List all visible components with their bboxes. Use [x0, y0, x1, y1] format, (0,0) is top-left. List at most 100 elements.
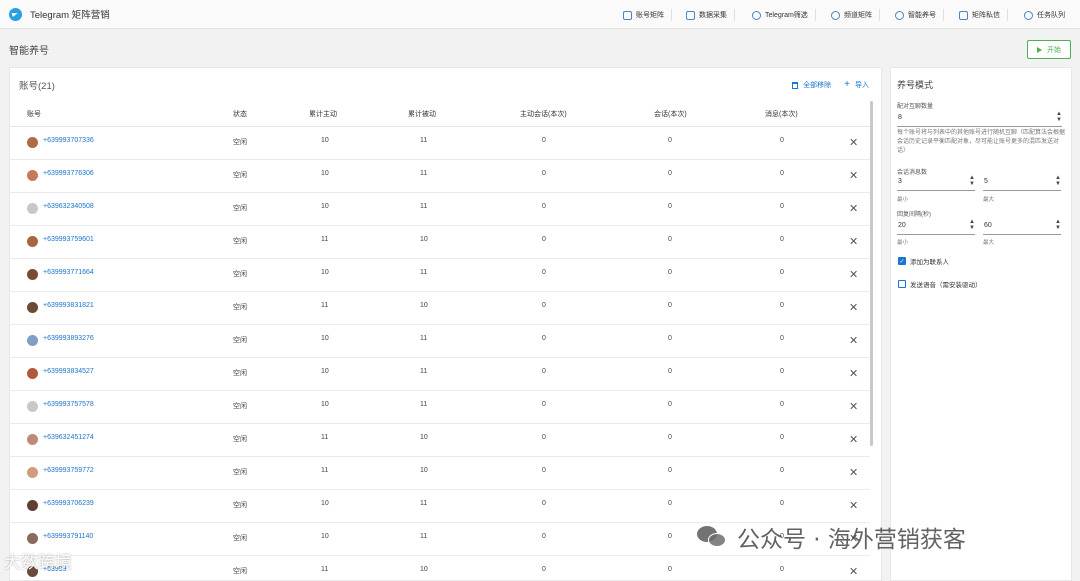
message-max-value: 5	[984, 178, 988, 185]
interval-min-field[interactable]: 20 ▲ ▼	[897, 218, 975, 235]
table-scrollbar[interactable]	[870, 101, 873, 446]
account-phone-link[interactable]: +639993791140	[43, 533, 93, 540]
send-voice-checkbox[interactable]: 发送语音（需安装驱动）	[898, 279, 982, 289]
sessions-cell: 0	[668, 203, 672, 210]
remove-account-icon[interactable]: ✕	[849, 235, 858, 248]
account-phone-link[interactable]: +639993757578	[43, 401, 94, 408]
remove-account-icon[interactable]: ✕	[849, 268, 858, 281]
account-phone-link[interactable]: +639993759772	[43, 467, 94, 474]
passive-total-cell: 11	[420, 269, 428, 276]
sessions-cell: 0	[668, 302, 672, 309]
account-phone-link[interactable]: +639993771664	[43, 269, 94, 276]
remove-all-button[interactable]: 全部移除	[792, 80, 831, 90]
column-header-account[interactable]: 账号	[27, 109, 41, 119]
remove-account-icon[interactable]: ✕	[849, 367, 858, 380]
active-sessions-cell: 0	[542, 434, 546, 441]
nav-data-collection[interactable]: 数据采集	[686, 8, 735, 22]
accounts-actions: 全部移除 + 导入	[779, 80, 869, 90]
account-phone-link[interactable]: +639632340508	[43, 203, 94, 210]
account-phone-link[interactable]: +639993834527	[43, 368, 94, 375]
start-button[interactable]: 开始	[1027, 40, 1071, 59]
active-sessions-cell: 0	[542, 137, 546, 144]
pair-count-value: 8	[898, 114, 902, 121]
pair-description: 每个账号将与列表中的其他账号进行随机互聊（匹配算法会根据会话历史记录平衡匹配对象…	[897, 130, 1066, 154]
account-phone-link[interactable]: +639993759601	[43, 236, 94, 243]
stepper-icon[interactable]: ▲ ▼	[969, 175, 975, 187]
sessions-cell: 0	[668, 533, 672, 540]
checkbox-checked-icon: ✓	[898, 257, 906, 265]
active-total-cell: 11	[321, 434, 329, 441]
message-min-field[interactable]: 3 ▲ ▼	[897, 174, 975, 191]
remove-account-icon[interactable]: ✕	[849, 301, 858, 314]
remove-account-icon[interactable]: ✕	[849, 433, 858, 446]
settings-panel: 养号模式 配对互聊数量 8 ▲ ▼ 每个账号将与列表中的其他账号进行随机互聊（匹配…	[890, 67, 1072, 581]
status-cell: 空闲	[233, 469, 247, 476]
sessions-cell: 0	[668, 566, 672, 573]
interval-max-field[interactable]: 60 ▲ ▼	[983, 218, 1061, 235]
nav-matrix-dm[interactable]: 矩阵私信	[959, 8, 1008, 22]
messages-cell: 0	[780, 401, 784, 408]
remove-account-icon[interactable]: ✕	[849, 169, 858, 182]
table-row: +639993831821 空闲 11 10 0 0 0 ✕	[10, 292, 870, 325]
sessions-cell: 0	[668, 335, 672, 342]
table-row: +639632340508 空闲 10 11 0 0 0 ✕	[10, 193, 870, 226]
active-sessions-cell: 0	[542, 170, 546, 177]
remove-account-icon[interactable]: ✕	[849, 499, 858, 512]
interval-max-value: 60	[984, 222, 992, 229]
nav-telegram-filter[interactable]: Telegram筛选	[752, 8, 816, 22]
remove-account-icon[interactable]: ✕	[849, 202, 858, 215]
account-phone-link[interactable]: +639993776306	[43, 170, 94, 177]
message-max-field[interactable]: 5 ▲ ▼	[983, 174, 1061, 191]
avatar	[27, 401, 38, 412]
column-header-sessions[interactable]: 会话(本次)	[654, 109, 687, 119]
top-bar: Telegram 矩阵营销 账号矩阵 数据采集 Telegram筛选 频道矩阵 …	[0, 0, 1080, 29]
messages-cell: 0	[780, 236, 784, 243]
stepper-icon[interactable]: ▲ ▼	[969, 219, 975, 231]
stepper-icon[interactable]: ▲ ▼	[1056, 111, 1062, 123]
user-filter-icon	[752, 10, 761, 20]
nav-task-queue[interactable]: 任务队列	[1024, 8, 1065, 22]
remove-account-icon[interactable]: ✕	[849, 466, 858, 479]
table-row: +639993834527 空闲 10 11 0 0 0 ✕	[10, 358, 870, 391]
passive-total-cell: 11	[420, 533, 428, 540]
sessions-cell: 0	[668, 500, 672, 507]
avatar	[27, 170, 38, 181]
account-phone-link[interactable]: +639993831821	[43, 302, 94, 309]
column-header-messages[interactable]: 消息(本次)	[765, 109, 798, 119]
status-cell: 空闲	[233, 370, 247, 377]
nav-label: 矩阵私信	[972, 12, 1000, 19]
column-header-passive-total[interactable]: 累计被动	[408, 109, 436, 119]
active-sessions-cell: 0	[542, 401, 546, 408]
sessions-cell: 0	[668, 368, 672, 375]
import-button[interactable]: + 导入	[844, 80, 869, 90]
account-phone-link[interactable]: +639632451274	[43, 434, 94, 441]
column-header-active-sessions[interactable]: 主动会话(本次)	[520, 109, 567, 119]
table-row: +639993757578 空闲 10 11 0 0 0 ✕	[10, 391, 870, 424]
nav-smart-nurture[interactable]: 智能养号	[895, 8, 944, 22]
avatar	[27, 368, 38, 379]
remove-account-icon[interactable]: ✕	[849, 334, 858, 347]
account-phone-link[interactable]: +639993893276	[43, 335, 94, 342]
avatar	[27, 533, 38, 544]
account-phone-link[interactable]: +639993706239	[43, 500, 94, 507]
passive-total-cell: 10	[420, 302, 428, 309]
active-sessions-cell: 0	[542, 500, 546, 507]
messages-cell: 0	[780, 368, 784, 375]
column-header-status[interactable]: 状态	[233, 109, 247, 119]
nav-channel-matrix[interactable]: 频道矩阵	[831, 8, 880, 22]
remove-account-icon[interactable]: ✕	[849, 136, 858, 149]
stepper-icon[interactable]: ▲ ▼	[1055, 219, 1061, 231]
avatar	[27, 335, 38, 346]
stepper-icon[interactable]: ▲ ▼	[1055, 175, 1061, 187]
avatar	[27, 500, 38, 511]
remove-account-icon[interactable]: ✕	[849, 400, 858, 413]
pair-count-field[interactable]: 8 ▲ ▼	[897, 110, 1062, 127]
account-phone-link[interactable]: +639993707336	[43, 137, 94, 144]
column-header-active-total[interactable]: 累计主动	[309, 109, 337, 119]
nav-account-matrix[interactable]: 账号矩阵	[623, 8, 672, 22]
avatar	[27, 236, 38, 247]
messages-cell: 0	[780, 500, 784, 507]
add-contact-checkbox[interactable]: ✓ 添加为联系人	[898, 256, 949, 266]
settings-title: 养号模式	[897, 80, 934, 90]
remove-account-icon[interactable]: ✕	[849, 565, 858, 578]
